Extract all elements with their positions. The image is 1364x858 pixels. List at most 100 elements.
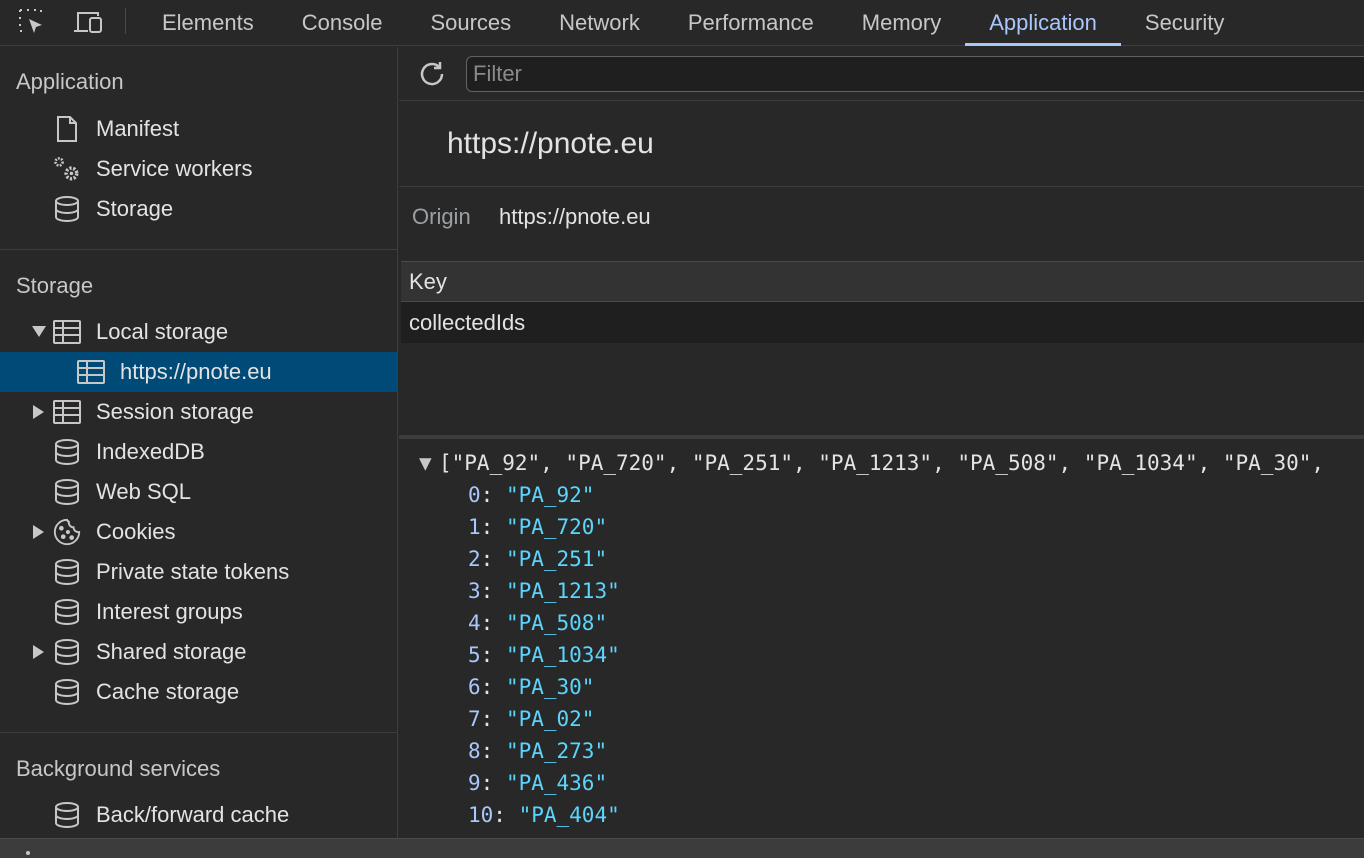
array-value: "PA_436" xyxy=(506,771,607,795)
expand-arrow-icon[interactable] xyxy=(32,325,46,339)
section-divider xyxy=(0,732,398,733)
table-icon xyxy=(76,357,106,387)
sidebar-item-manifest[interactable]: Manifest xyxy=(0,109,398,149)
divider xyxy=(399,186,1364,187)
array-value: "PA_1213" xyxy=(506,579,620,603)
list-item: 5: "PA_1034" xyxy=(468,643,620,667)
panel-tabs: ElementsConsoleSourcesNetworkPerformance… xyxy=(138,0,1248,46)
array-index: 8 xyxy=(468,739,481,763)
sidebar-item-label: https://pnote.eu xyxy=(120,359,272,385)
storage-toolbar xyxy=(399,47,1364,101)
sidebar-item-shared-storage[interactable]: Shared storage xyxy=(0,632,398,672)
origin-row: Origin https://pnote.eu xyxy=(412,204,471,230)
sidebar-item-local-storage[interactable]: Local storage xyxy=(0,312,398,352)
database-icon xyxy=(52,194,82,224)
sidebar-item-label: Service workers xyxy=(96,156,252,182)
gears-icon xyxy=(52,154,82,184)
sidebar-item-cookies[interactable]: Cookies xyxy=(0,512,398,552)
database-icon xyxy=(52,477,82,507)
list-item: 10: "PA_404" xyxy=(468,803,620,827)
database-icon xyxy=(52,677,82,707)
origin-label: Origin xyxy=(412,204,471,229)
menu-icon[interactable] xyxy=(18,849,38,858)
array-index: 5 xyxy=(468,643,481,667)
table-row[interactable]: collectedIds xyxy=(401,302,1364,343)
sidebar-item-label: Storage xyxy=(96,196,173,222)
section-title-storage: Storage xyxy=(16,273,93,299)
list-item: 7: "PA_02" xyxy=(468,707,594,731)
sidebar-item-local-storage-origin[interactable]: https://pnote.eu xyxy=(0,352,398,392)
sidebar-item-label: Interest groups xyxy=(96,599,243,625)
application-sidebar: Application Manifest Service workers Sto… xyxy=(0,47,398,838)
collapse-arrow-icon[interactable] xyxy=(32,405,46,419)
storage-grid: Key collectedIds xyxy=(401,261,1364,437)
tab-network[interactable]: Network xyxy=(535,0,664,46)
devtools-tab-bar: ElementsConsoleSourcesNetworkPerformance… xyxy=(0,0,1364,46)
local-storage-panel: https://pnote.eu Origin https://pnote.eu… xyxy=(399,47,1364,838)
list-item: 2: "PA_251" xyxy=(468,547,607,571)
sidebar-item-session-storage[interactable]: Session storage xyxy=(0,392,398,432)
array-value: "PA_30" xyxy=(506,675,595,699)
refresh-icon[interactable] xyxy=(415,57,449,91)
array-index: 7 xyxy=(468,707,481,731)
sidebar-item-indexeddb[interactable]: IndexedDB xyxy=(0,432,398,472)
tab-sources[interactable]: Sources xyxy=(406,0,535,46)
list-item: 9: "PA_436" xyxy=(468,771,607,795)
value-preview: ▼["PA_92", "PA_720", "PA_251", "PA_1213"… xyxy=(399,439,1364,838)
device-toolbar-icon[interactable] xyxy=(72,6,104,38)
list-item: 8: "PA_273" xyxy=(468,739,607,763)
array-index: 1 xyxy=(468,515,481,539)
array-value: "PA_02" xyxy=(506,707,595,731)
toolbar-separator xyxy=(125,8,126,34)
database-icon xyxy=(52,637,82,667)
tab-elements[interactable]: Elements xyxy=(138,0,278,46)
section-title-application: Application xyxy=(16,69,124,95)
tab-performance[interactable]: Performance xyxy=(664,0,838,46)
list-item: 0: "PA_92" xyxy=(468,483,594,507)
column-header-key[interactable]: Key xyxy=(401,261,1364,302)
sidebar-item-back-forward-cache[interactable]: Back/forward cache xyxy=(0,795,398,835)
tab-memory[interactable]: Memory xyxy=(838,0,965,46)
array-index: 10 xyxy=(468,803,493,827)
array-index: 2 xyxy=(468,547,481,571)
sidebar-item-web-sql[interactable]: Web SQL xyxy=(0,472,398,512)
console-drawer[interactable] xyxy=(0,838,1364,858)
array-value: "PA_273" xyxy=(506,739,607,763)
tab-console[interactable]: Console xyxy=(278,0,407,46)
list-item: 4: "PA_508" xyxy=(468,611,607,635)
origin-value: https://pnote.eu xyxy=(499,204,651,230)
array-value: "PA_508" xyxy=(506,611,607,635)
list-item: 6: "PA_30" xyxy=(468,675,594,699)
sidebar-item-label: Back/forward cache xyxy=(96,802,289,828)
preview-summary-row[interactable]: ▼["PA_92", "PA_720", "PA_251", "PA_1213"… xyxy=(419,451,1324,475)
array-index: 6 xyxy=(468,675,481,699)
database-icon xyxy=(52,800,82,830)
tab-security[interactable]: Security xyxy=(1121,0,1248,46)
section-divider xyxy=(0,249,398,250)
collapse-arrow-icon[interactable] xyxy=(32,645,46,659)
filter-input[interactable] xyxy=(466,56,1364,92)
cookie-icon xyxy=(52,517,82,547)
preview-summary: ["PA_92", "PA_720", "PA_251", "PA_1213",… xyxy=(439,451,1324,475)
database-icon xyxy=(52,597,82,627)
sidebar-item-label: Shared storage xyxy=(96,639,246,665)
tab-application[interactable]: Application xyxy=(965,0,1121,46)
table-icon xyxy=(52,397,82,427)
array-index: 9 xyxy=(468,771,481,795)
array-value: "PA_720" xyxy=(506,515,607,539)
array-index: 4 xyxy=(468,611,481,635)
sidebar-item-cache-storage[interactable]: Cache storage xyxy=(0,672,398,712)
array-value: "PA_251" xyxy=(506,547,607,571)
sidebar-item-label: IndexedDB xyxy=(96,439,205,465)
list-item: 1: "PA_720" xyxy=(468,515,607,539)
inspect-element-icon[interactable] xyxy=(16,6,48,38)
collapse-arrow-icon[interactable] xyxy=(32,525,46,539)
sidebar-item-interest-groups[interactable]: Interest groups xyxy=(0,592,398,632)
sidebar-item-service-workers[interactable]: Service workers xyxy=(0,149,398,189)
sidebar-item-storage[interactable]: Storage xyxy=(0,189,398,229)
sidebar-item-label: Cookies xyxy=(96,519,175,545)
expand-arrow-icon[interactable]: ▼ xyxy=(419,451,439,475)
database-icon xyxy=(52,437,82,467)
array-index: 3 xyxy=(468,579,481,603)
sidebar-item-private-state-tokens[interactable]: Private state tokens xyxy=(0,552,398,592)
